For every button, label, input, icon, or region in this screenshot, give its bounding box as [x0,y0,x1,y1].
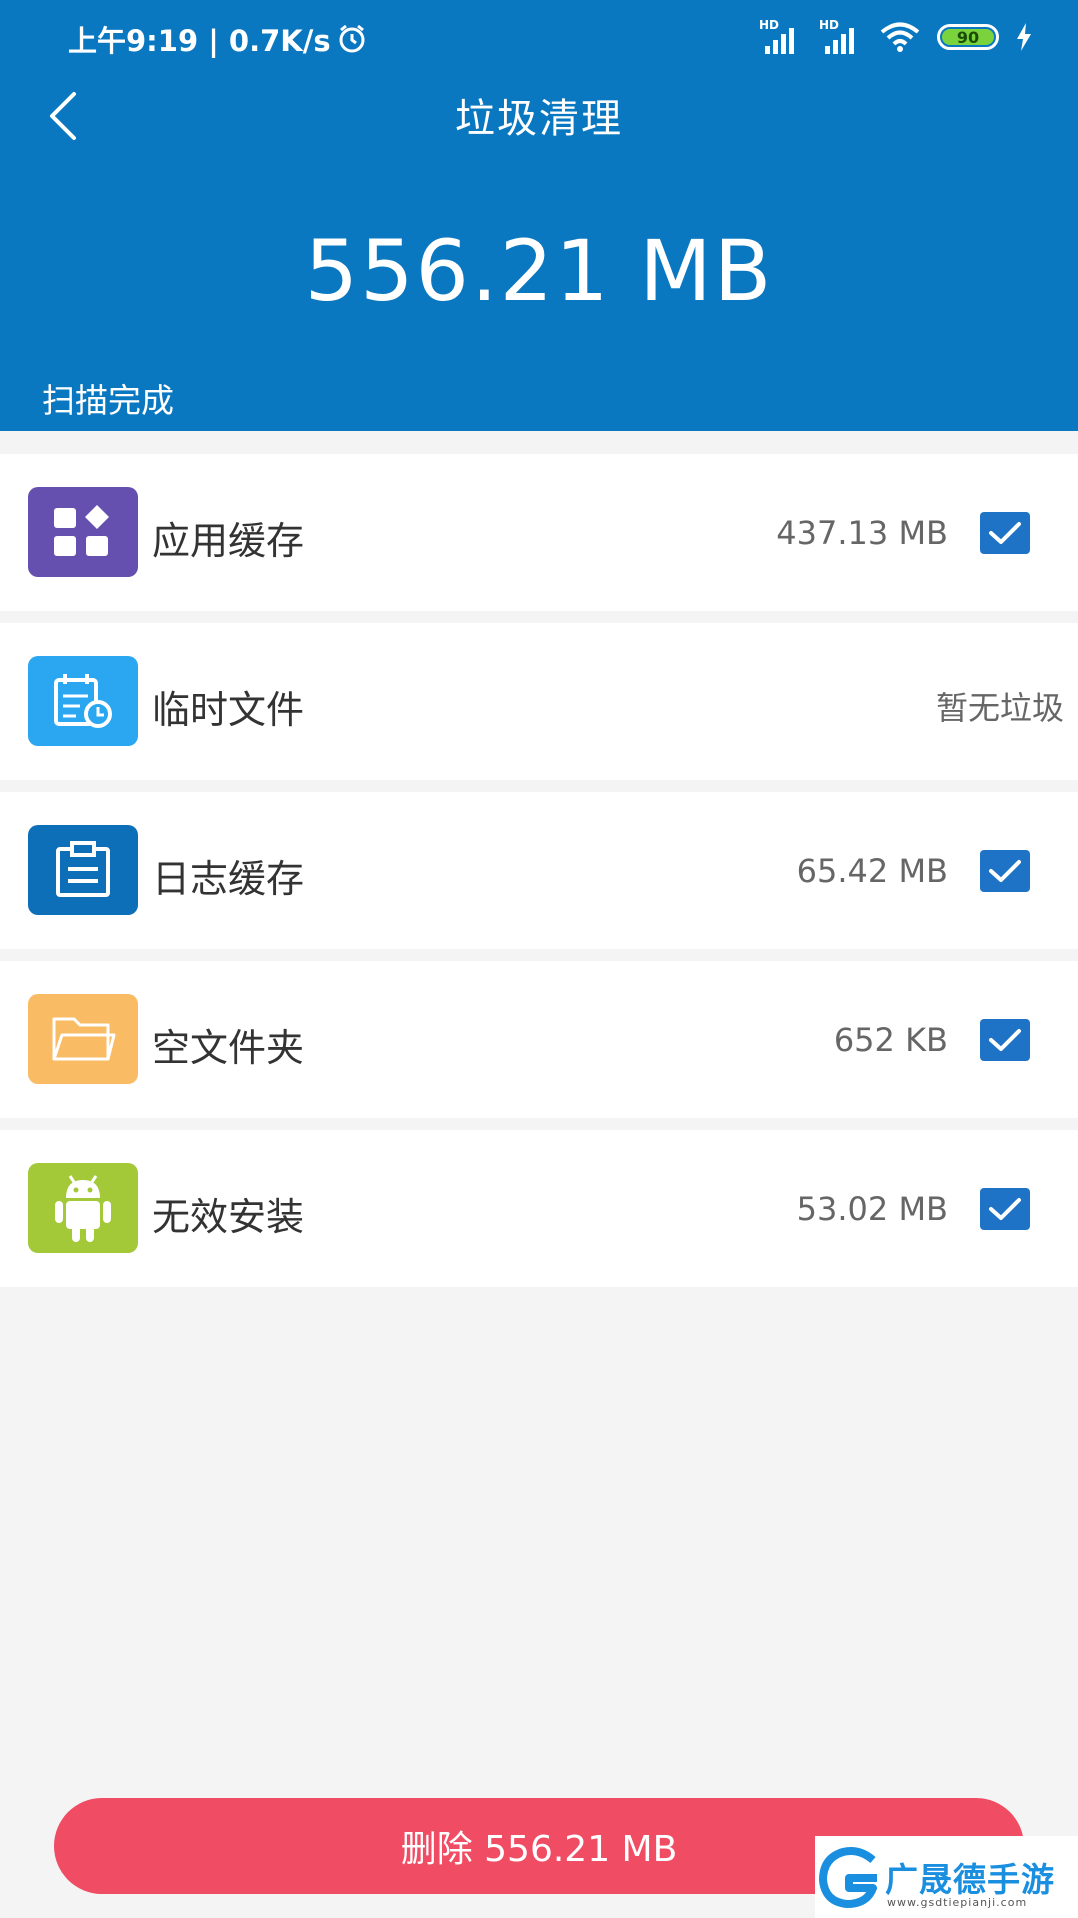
item-label: 日志缓存 [152,857,305,901]
signal-icon: HD [819,18,863,56]
item-label: 应用缓存 [152,519,305,563]
item-size: 暂无垃圾 [935,689,1064,727]
app-grid-icon [28,487,138,577]
alarm-icon [339,24,365,53]
item-checkbox[interactable] [980,512,1030,554]
watermark-url: www.gsdtiepianji.com [887,1896,1028,1909]
total-junk-size: 556.21 MB [304,222,774,320]
list-item-temp-files[interactable]: 临时文件 暂无垃圾 [0,623,1078,780]
battery-level: 90 [956,27,980,47]
check-icon [989,1029,1021,1051]
list-item-log-cache[interactable]: 日志缓存 65.42 MB [0,792,1078,949]
calendar-clock-icon [28,656,138,746]
item-size: 652 KB [833,1021,948,1059]
status-bar: 上午9:19 | 0.7K/s HD HD 90 [0,0,1078,78]
item-label: 无效安装 [152,1195,305,1239]
item-checkbox[interactable] [980,1188,1030,1230]
list-item-invalid-apk[interactable]: 无效安装 53.02 MB [0,1130,1078,1287]
watermark-text: 广晟德手游 [885,1860,1055,1899]
watermark: 广晟德手游 www.gsdtiepianji.com [815,1836,1078,1918]
item-size: 65.42 MB [796,852,948,890]
folder-icon [28,994,138,1084]
header: 上午9:19 | 0.7K/s HD HD 90 垃圾清理 556.21 MB … [0,0,1078,431]
title-bar: 垃圾清理 [0,78,1078,144]
battery-icon: 90 [937,24,999,50]
junk-category-list: 应用缓存 437.13 MB 临时文件 暂无垃圾 日志缓存 65.42 MB 空… [0,454,1078,1299]
clipboard-icon [28,825,138,915]
item-label: 空文件夹 [152,1026,305,1070]
item-size: 53.02 MB [796,1190,948,1228]
check-icon [989,1198,1021,1220]
check-icon [989,860,1021,882]
watermark-logo-icon [819,1847,877,1908]
item-checkbox[interactable] [980,850,1030,892]
signal-icon: HD [759,18,803,56]
item-checkbox[interactable] [980,1019,1030,1061]
check-icon [989,522,1021,544]
scan-status: 扫描完成 [42,381,174,420]
item-label: 临时文件 [152,688,305,732]
item-size: 437.13 MB [776,514,948,552]
page-title: 垃圾清理 [455,96,623,142]
list-item-empty-folders[interactable]: 空文件夹 652 KB [0,961,1078,1118]
wifi-icon [880,22,920,52]
status-time: 上午9:19 | 0.7K/s [68,24,331,58]
android-icon [28,1163,138,1253]
list-item-app-cache[interactable]: 应用缓存 437.13 MB [0,454,1078,611]
charging-icon [1017,23,1031,51]
